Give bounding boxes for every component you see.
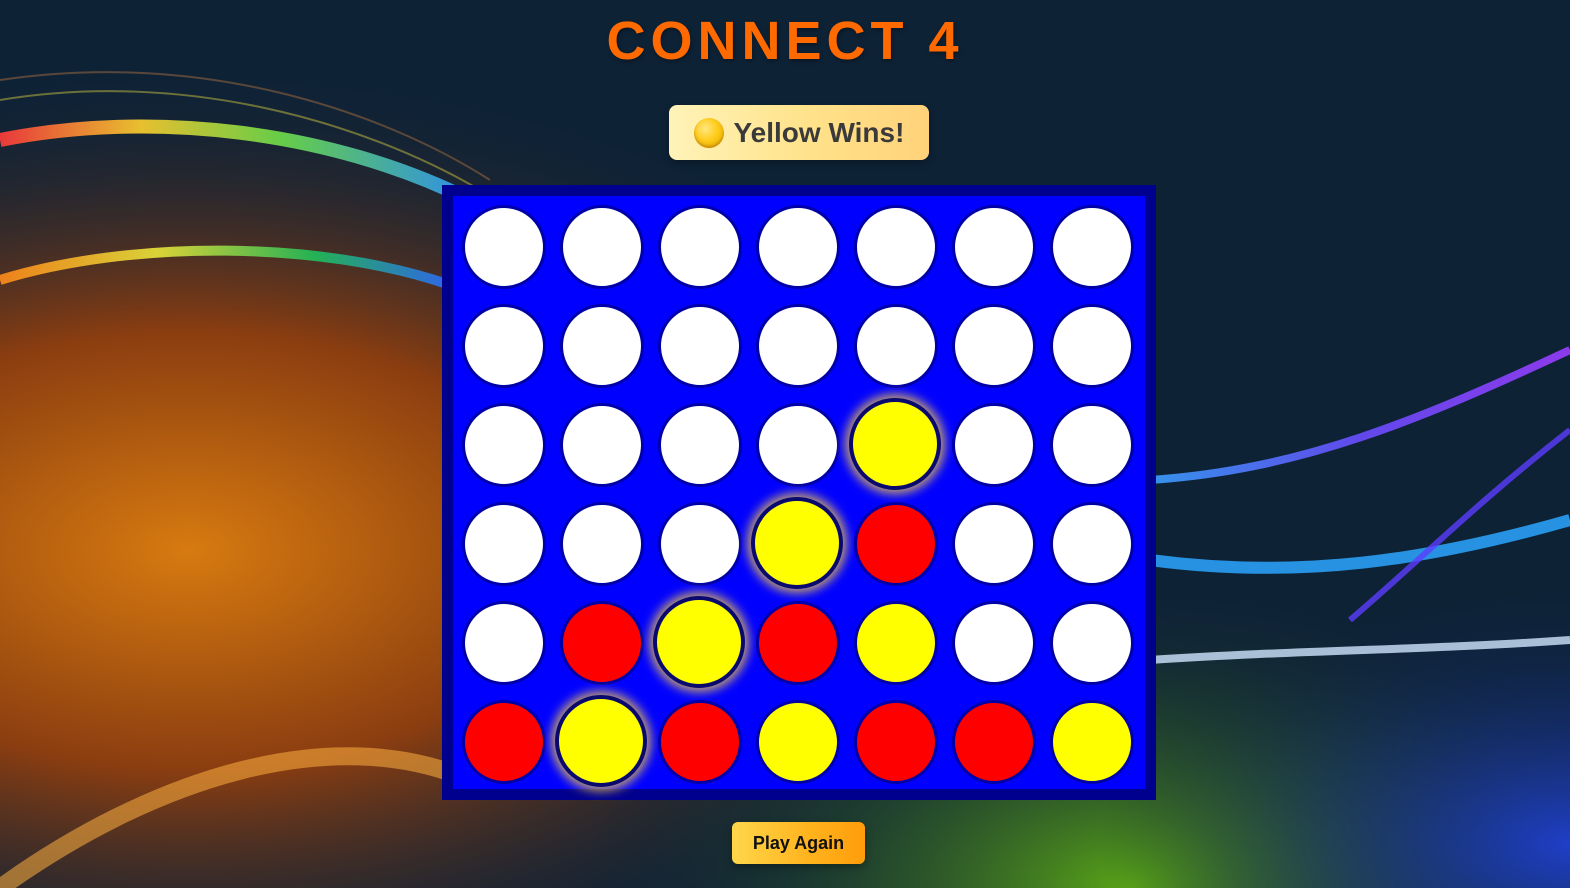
red-disc — [560, 601, 644, 685]
board-cell[interactable] — [453, 196, 551, 295]
board-cell[interactable] — [845, 295, 943, 394]
board-cell[interactable] — [1041, 691, 1139, 790]
board-cell[interactable] — [1041, 394, 1139, 493]
yellow-disc — [849, 398, 941, 490]
board-cell[interactable] — [845, 196, 943, 295]
board-cell[interactable] — [453, 394, 551, 493]
board-cell[interactable] — [1041, 196, 1139, 295]
empty-slot — [854, 304, 938, 388]
board-cell[interactable] — [747, 493, 845, 592]
board-cell[interactable] — [943, 196, 1041, 295]
empty-slot — [1050, 304, 1134, 388]
game-board-frame — [442, 185, 1156, 800]
empty-slot — [756, 403, 840, 487]
board-cell[interactable] — [551, 592, 649, 691]
empty-slot — [854, 205, 938, 289]
empty-slot — [756, 304, 840, 388]
red-disc — [462, 700, 546, 784]
red-disc — [854, 502, 938, 586]
yellow-disc — [1050, 700, 1134, 784]
empty-slot — [560, 403, 644, 487]
game-board[interactable] — [453, 196, 1145, 789]
empty-slot — [952, 601, 1036, 685]
board-cell[interactable] — [1041, 493, 1139, 592]
board-cell[interactable] — [747, 592, 845, 691]
board-cell[interactable] — [649, 592, 747, 691]
empty-slot — [462, 403, 546, 487]
board-cell[interactable] — [943, 592, 1041, 691]
board-cell[interactable] — [747, 295, 845, 394]
board-cell[interactable] — [845, 592, 943, 691]
board-cell[interactable] — [1041, 295, 1139, 394]
board-cell[interactable] — [943, 493, 1041, 592]
board-cell[interactable] — [453, 493, 551, 592]
board-cell[interactable] — [453, 592, 551, 691]
yellow-circle-icon — [693, 117, 724, 148]
empty-slot — [952, 502, 1036, 586]
empty-slot — [560, 502, 644, 586]
board-cell[interactable] — [845, 691, 943, 790]
empty-slot — [952, 205, 1036, 289]
board-cell[interactable] — [845, 493, 943, 592]
board-cell[interactable] — [943, 295, 1041, 394]
empty-slot — [658, 205, 742, 289]
play-again-button[interactable]: Play Again — [732, 822, 865, 864]
game-title: CONNECT 4 — [606, 11, 964, 71]
board-cell[interactable] — [649, 295, 747, 394]
yellow-disc — [653, 596, 745, 688]
red-disc — [952, 700, 1036, 784]
empty-slot — [462, 304, 546, 388]
board-cell[interactable] — [453, 691, 551, 790]
board-cell[interactable] — [747, 196, 845, 295]
board-cell[interactable] — [649, 691, 747, 790]
empty-slot — [1050, 403, 1134, 487]
board-cell[interactable] — [943, 394, 1041, 493]
empty-slot — [462, 502, 546, 586]
empty-slot — [658, 304, 742, 388]
board-cell[interactable] — [551, 394, 649, 493]
red-disc — [854, 700, 938, 784]
board-cell[interactable] — [1041, 592, 1139, 691]
empty-slot — [1050, 601, 1134, 685]
board-cell[interactable] — [747, 691, 845, 790]
yellow-disc — [751, 497, 843, 589]
board-cell[interactable] — [845, 394, 943, 493]
board-cell[interactable] — [649, 196, 747, 295]
empty-slot — [462, 205, 546, 289]
empty-slot — [952, 403, 1036, 487]
empty-slot — [756, 205, 840, 289]
red-disc — [756, 601, 840, 685]
red-disc — [658, 700, 742, 784]
board-cell[interactable] — [747, 394, 845, 493]
empty-slot — [1050, 205, 1134, 289]
yellow-disc — [756, 700, 840, 784]
board-cell[interactable] — [943, 691, 1041, 790]
empty-slot — [560, 205, 644, 289]
board-cell[interactable] — [453, 295, 551, 394]
board-cell[interactable] — [551, 295, 649, 394]
empty-slot — [462, 601, 546, 685]
empty-slot — [658, 502, 742, 586]
empty-slot — [1050, 502, 1134, 586]
board-cell[interactable] — [551, 493, 649, 592]
empty-slot — [952, 304, 1036, 388]
status-badge: Yellow Wins! — [669, 105, 929, 160]
status-text: Yellow Wins! — [733, 116, 905, 148]
empty-slot — [560, 304, 644, 388]
yellow-disc — [555, 695, 647, 787]
board-cell[interactable] — [551, 691, 649, 790]
yellow-disc — [854, 601, 938, 685]
empty-slot — [658, 403, 742, 487]
board-cell[interactable] — [649, 493, 747, 592]
board-cell[interactable] — [649, 394, 747, 493]
board-cell[interactable] — [551, 196, 649, 295]
